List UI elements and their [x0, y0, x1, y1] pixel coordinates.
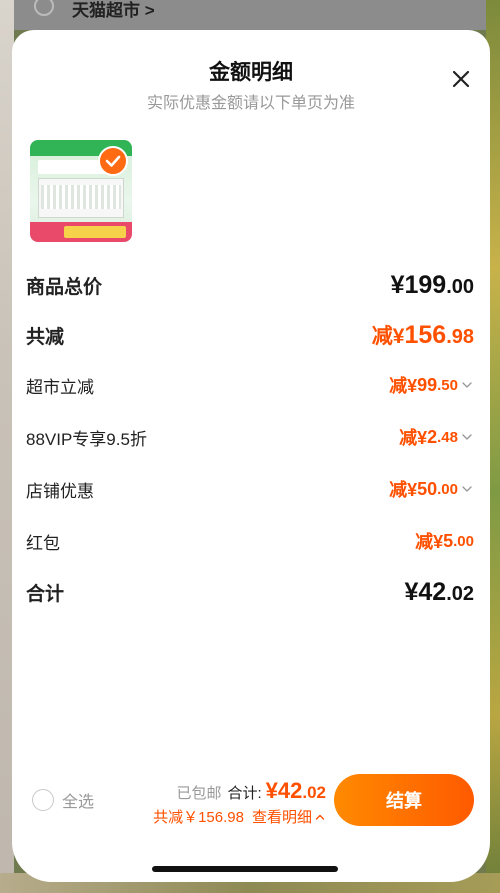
view-detail-label: 查看明细	[251, 809, 312, 826]
discount-label: 88VIP专享9.5折	[26, 429, 147, 449]
discount-row-supermarket[interactable]: 超市立减 减¥ 99.50	[26, 370, 474, 400]
discount-row-store[interactable]: 店铺优惠 减¥ 50.00	[26, 474, 474, 504]
view-detail-link[interactable]: 查看明细	[252, 806, 326, 827]
goods-total-label: 商品总价	[26, 276, 103, 298]
total-reduce-label: 共减	[26, 326, 65, 348]
chevron-down-icon[interactable]	[460, 430, 474, 444]
checkout-button[interactable]: 结算	[334, 774, 474, 826]
background-radio	[34, 0, 54, 16]
bottom-sum-label: 合计:	[227, 785, 262, 802]
amount-detail-sheet: 金额明细 实际优惠金额请以下单页为准 商品总价 ¥199.00 共减 减¥156…	[12, 30, 490, 882]
check-icon	[105, 155, 121, 167]
discount-row-88vip[interactable]: 88VIP专享9.5折 减¥ 2.48	[26, 422, 474, 452]
goods-total-row: 商品总价 ¥199.00	[26, 270, 474, 300]
discount-label: 店铺优惠	[26, 481, 94, 501]
total-reduce-row: 共减 减¥156.98	[26, 320, 474, 350]
select-all-radio[interactable]	[32, 789, 54, 811]
select-all-toggle[interactable]: 全选	[32, 788, 94, 812]
discount-amount: 减¥ 99.50	[389, 372, 474, 398]
background-store-name: 天猫超市 >	[72, 1, 155, 20]
discount-amount: 减¥ 5.00	[415, 530, 474, 553]
discount-label: 红包	[26, 533, 60, 553]
goods-total-amount: ¥199.00	[390, 270, 474, 299]
sheet-subtitle: 实际优惠金额请以下单页为准	[146, 95, 355, 112]
discount-row-red-packet: 红包 减¥ 5.00	[26, 526, 474, 556]
discount-label: 超市立减	[26, 377, 94, 397]
sum-row: 合计 ¥42.02	[26, 577, 474, 607]
select-all-label: 全选	[62, 794, 95, 811]
total-reduce-amount: 减¥156.98	[371, 321, 474, 349]
sheet-title: 金额明细	[209, 61, 293, 84]
discount-amount: 减¥ 50.00	[389, 476, 474, 502]
home-indicator[interactable]	[152, 866, 338, 872]
free-shipping-text: 已包邮	[176, 785, 222, 802]
selected-check-badge	[98, 146, 128, 176]
summary-area: 已包邮 合计: ¥42.02 共减￥156.98 查看明细	[153, 778, 326, 827]
background-header: 天猫超市 >	[0, 0, 500, 30]
bottom-sum-amount: ¥42.02	[265, 778, 326, 803]
close-button[interactable]	[448, 66, 474, 92]
bottom-reduce-text: 共减￥156.98	[153, 809, 244, 826]
product-thumbnail[interactable]	[30, 140, 132, 242]
close-icon	[452, 70, 470, 88]
chevron-down-icon[interactable]	[460, 378, 474, 392]
sum-amount: ¥42.02	[404, 577, 474, 606]
chevron-down-icon[interactable]	[460, 482, 474, 496]
sum-label: 合计	[26, 583, 65, 605]
bottom-bar: 全选 已包邮 合计: ¥42.02 共减￥156.98 查看明细 结算	[12, 770, 490, 830]
discount-amount: 减¥ 2.48	[399, 424, 474, 450]
chevron-up-icon	[315, 814, 325, 820]
